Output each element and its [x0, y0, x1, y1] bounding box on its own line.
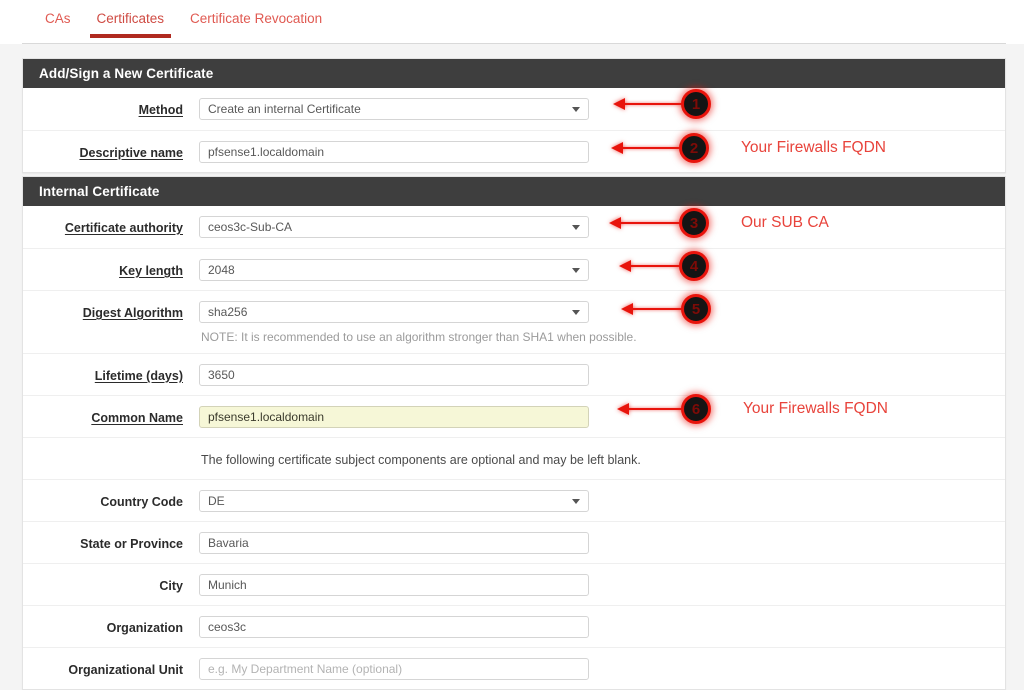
- row-city: City Munich: [23, 563, 1005, 605]
- country-code-value: DE: [208, 494, 225, 508]
- organization-input[interactable]: ceos3c: [199, 616, 589, 638]
- digest-algorithm-select[interactable]: sha256: [199, 301, 589, 323]
- lifetime-input[interactable]: 3650: [199, 364, 589, 386]
- label-country-code: Country Code: [23, 490, 199, 509]
- row-common-name: Common Name pfsense1.localdomain: [23, 395, 1005, 437]
- panel-internal-certificate-title: Internal Certificate: [23, 177, 1005, 206]
- control-method: Create an internal Certificate: [199, 98, 1005, 120]
- row-key-length: Key length 2048: [23, 248, 1005, 290]
- tab-certificate-revocation[interactable]: Certificate Revocation: [177, 0, 335, 38]
- control-common-name: pfsense1.localdomain: [199, 406, 1005, 428]
- label-state-or-province: State or Province: [23, 532, 199, 551]
- organizational-unit-input[interactable]: e.g. My Department Name (optional): [199, 658, 589, 680]
- control-country-code: DE: [199, 490, 1005, 512]
- label-key-length: Key length: [23, 259, 199, 278]
- label-common-name: Common Name: [23, 406, 199, 425]
- label-optional-spacer: [23, 448, 199, 453]
- control-certificate-authority: ceos3c-Sub-CA: [199, 216, 1005, 238]
- method-select[interactable]: Create an internal Certificate: [199, 98, 589, 120]
- control-key-length: 2048: [199, 259, 1005, 281]
- row-digest-algorithm: Digest Algorithm sha256 NOTE: It is reco…: [23, 290, 1005, 353]
- digest-algorithm-value: sha256: [208, 305, 247, 319]
- tab-certificates[interactable]: Certificates: [84, 0, 178, 38]
- control-organizational-unit: e.g. My Department Name (optional): [199, 658, 1005, 680]
- label-organization: Organization: [23, 616, 199, 635]
- row-organizational-unit: Organizational Unit e.g. My Department N…: [23, 647, 1005, 689]
- chevron-down-icon: [572, 268, 580, 273]
- chevron-down-icon: [572, 310, 580, 315]
- city-value: Munich: [208, 578, 247, 592]
- row-optional-components-info: The following certificate subject compon…: [23, 437, 1005, 479]
- country-code-select[interactable]: DE: [199, 490, 589, 512]
- label-descriptive-name: Descriptive name: [23, 141, 199, 160]
- row-country-code: Country Code DE: [23, 479, 1005, 521]
- control-optional-components-info: The following certificate subject compon…: [199, 448, 1005, 467]
- row-certificate-authority: Certificate authority ceos3c-Sub-CA: [23, 206, 1005, 248]
- descriptive-name-value: pfsense1.localdomain: [208, 145, 324, 159]
- label-digest-algorithm: Digest Algorithm: [23, 301, 199, 320]
- label-method: Method: [23, 98, 199, 117]
- control-organization: ceos3c: [199, 616, 1005, 638]
- row-descriptive-name: Descriptive name pfsense1.localdomain: [23, 130, 1005, 172]
- panel-add-sign-certificate: Add/Sign a New Certificate Method Create…: [22, 58, 1006, 173]
- chevron-down-icon: [572, 107, 580, 112]
- control-city: Munich: [199, 574, 1005, 596]
- state-or-province-input[interactable]: Bavaria: [199, 532, 589, 554]
- certificate-authority-select[interactable]: ceos3c-Sub-CA: [199, 216, 589, 238]
- row-method: Method Create an internal Certificate: [23, 88, 1005, 130]
- panel-internal-certificate: Internal Certificate Certificate authori…: [22, 176, 1006, 690]
- tab-bar: CAs Certificates Certificate Revocation: [0, 0, 1024, 44]
- state-or-province-value: Bavaria: [208, 536, 249, 550]
- row-state-or-province: State or Province Bavaria: [23, 521, 1005, 563]
- label-city: City: [23, 574, 199, 593]
- tab-cas[interactable]: CAs: [32, 0, 84, 38]
- lifetime-value: 3650: [208, 368, 235, 382]
- common-name-value: pfsense1.localdomain: [208, 410, 324, 424]
- chevron-down-icon: [572, 225, 580, 230]
- control-descriptive-name: pfsense1.localdomain: [199, 141, 1005, 163]
- key-length-select[interactable]: 2048: [199, 259, 589, 281]
- common-name-input[interactable]: pfsense1.localdomain: [199, 406, 589, 428]
- organization-value: ceos3c: [208, 620, 246, 634]
- digest-algorithm-note: NOTE: It is recommended to use an algori…: [199, 323, 1005, 344]
- descriptive-name-input[interactable]: pfsense1.localdomain: [199, 141, 589, 163]
- label-organizational-unit: Organizational Unit: [23, 658, 199, 677]
- method-select-value: Create an internal Certificate: [208, 102, 361, 116]
- chevron-down-icon: [572, 499, 580, 504]
- control-state-or-province: Bavaria: [199, 532, 1005, 554]
- control-lifetime: 3650: [199, 364, 1005, 386]
- panel-add-sign-title: Add/Sign a New Certificate: [23, 59, 1005, 88]
- control-digest-algorithm: sha256 NOTE: It is recommended to use an…: [199, 301, 1005, 344]
- row-organization: Organization ceos3c: [23, 605, 1005, 647]
- tab-bar-divider: [22, 43, 1006, 44]
- label-lifetime: Lifetime (days): [23, 364, 199, 383]
- key-length-value: 2048: [208, 263, 235, 277]
- city-input[interactable]: Munich: [199, 574, 589, 596]
- row-lifetime: Lifetime (days) 3650: [23, 353, 1005, 395]
- label-certificate-authority: Certificate authority: [23, 216, 199, 235]
- certificate-authority-value: ceos3c-Sub-CA: [208, 220, 292, 234]
- organizational-unit-placeholder: e.g. My Department Name (optional): [208, 662, 402, 676]
- optional-components-text: The following certificate subject compon…: [199, 448, 1005, 467]
